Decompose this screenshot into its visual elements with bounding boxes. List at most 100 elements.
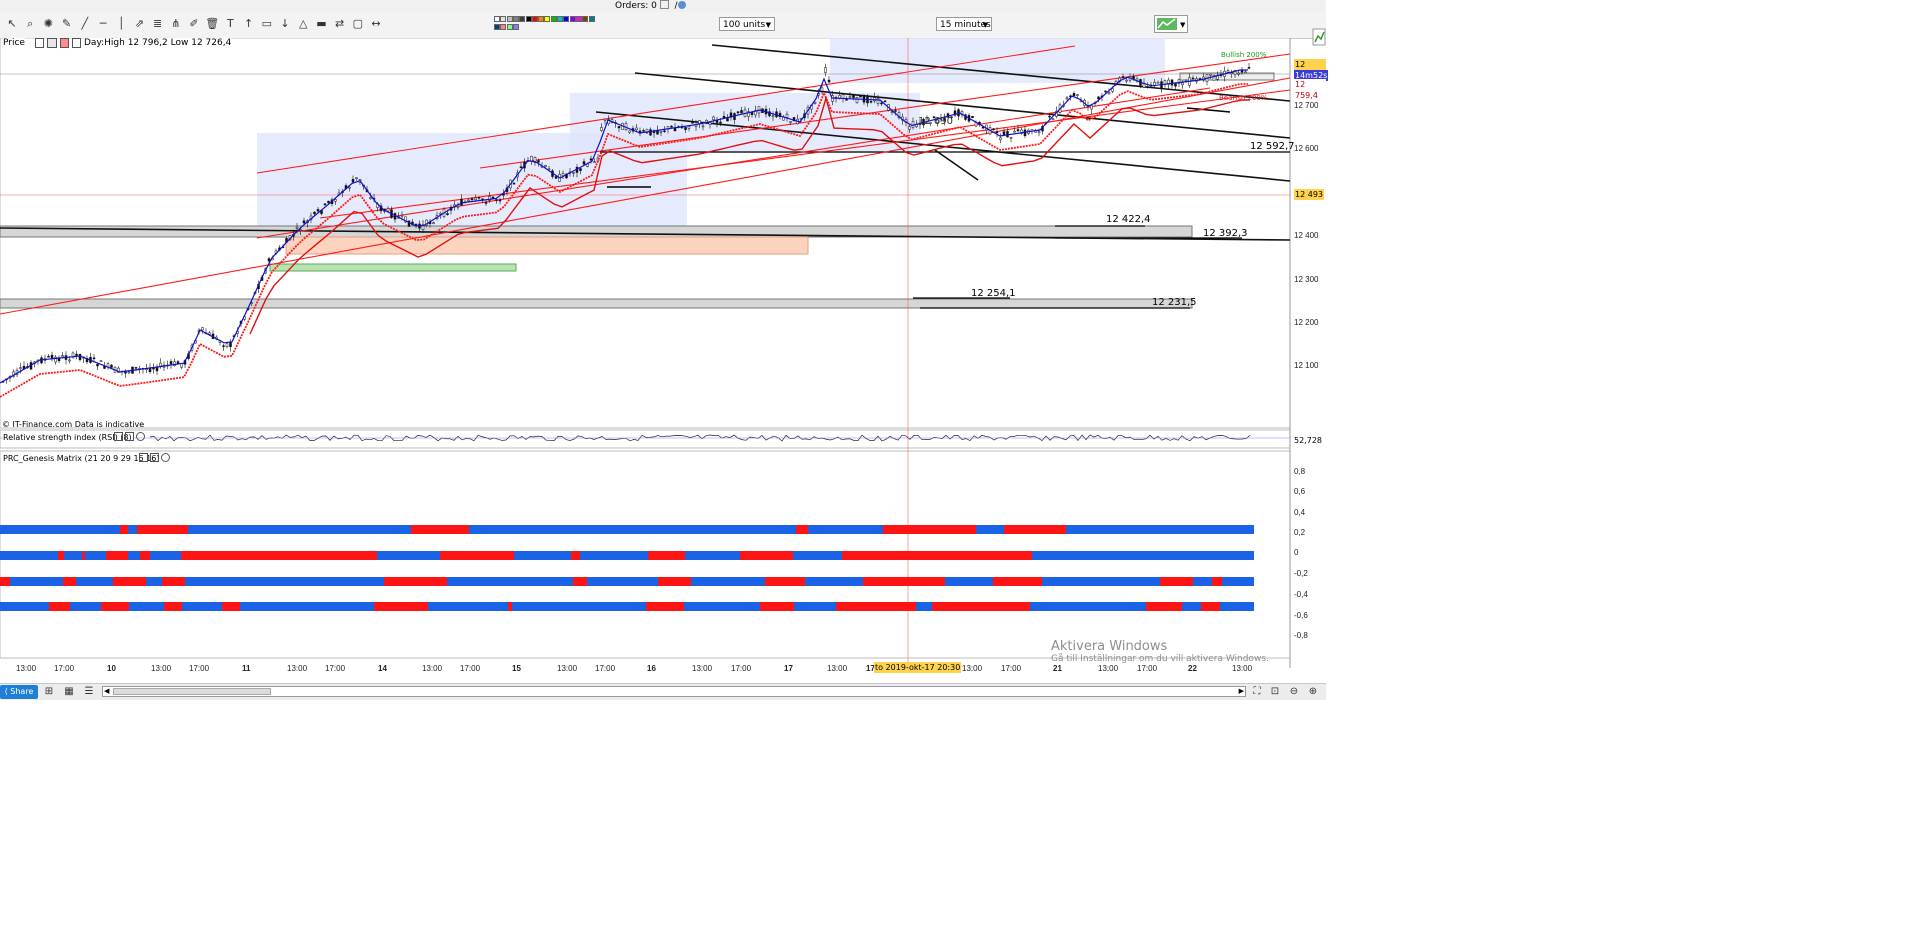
measure-icon[interactable]: ↔ xyxy=(368,16,384,32)
fibonacci-icon[interactable]: ≣ xyxy=(150,16,166,32)
shape-icon[interactable]: ▭ xyxy=(259,16,275,32)
matrix-bear-segment xyxy=(836,602,916,611)
brush-icon[interactable]: ✐ xyxy=(186,16,202,32)
color-swatch[interactable] xyxy=(506,16,513,22)
zoom-icon[interactable]: ⌕ xyxy=(22,16,38,32)
lightbulb-icon[interactable]: ✺ xyxy=(40,16,56,32)
candle xyxy=(201,327,204,331)
candle xyxy=(432,222,435,224)
zoom-fit-icon[interactable]: ⛶ xyxy=(1250,685,1264,699)
line-icon[interactable]: ╱ xyxy=(77,16,93,32)
color-swatch[interactable] xyxy=(582,16,589,22)
matrix-bear-segment xyxy=(571,551,580,560)
candle xyxy=(544,165,547,167)
rsi-settings-icon[interactable] xyxy=(114,432,123,441)
units-select[interactable]: 100 units ▼ xyxy=(719,17,775,31)
orders-info-icon[interactable] xyxy=(678,1,686,9)
color-swatch[interactable] xyxy=(563,16,570,22)
timeframe-select[interactable]: 15 minutes ▼ xyxy=(936,17,992,31)
trash-icon[interactable]: 🗑 xyxy=(204,16,220,32)
color-swatch[interactable] xyxy=(512,16,519,22)
color-swatch[interactable] xyxy=(500,24,507,30)
candle xyxy=(1244,71,1247,74)
matrix-bear-segment xyxy=(120,525,128,534)
color-swatch[interactable] xyxy=(538,16,545,22)
candle xyxy=(446,213,449,215)
candle xyxy=(155,367,159,372)
scroll-right-icon[interactable]: ▶ xyxy=(1239,687,1244,695)
list-icon[interactable]: ☰ xyxy=(82,685,96,699)
color-swatch[interactable] xyxy=(575,16,582,22)
matrix-bull-segment xyxy=(240,602,374,611)
zoom-in-icon[interactable]: ⊕ xyxy=(1306,685,1320,699)
color-swatch[interactable] xyxy=(531,16,538,22)
arrow-down-icon[interactable]: ↓ xyxy=(277,16,293,32)
candle xyxy=(302,220,306,224)
eraser-icon[interactable]: ✎ xyxy=(59,16,75,32)
layout-icon[interactable]: ⊞ xyxy=(42,685,56,699)
add-icon[interactable] xyxy=(71,38,81,48)
text-icon[interactable]: T xyxy=(222,16,238,32)
matrix-bear-segment xyxy=(440,551,511,560)
chart-area[interactable]: 12 700 12 600 12 400 12 300 12 200 12 100 0,8… xyxy=(0,38,1326,683)
cursor-icon[interactable]: ↖ xyxy=(4,16,20,32)
pitchfork-icon[interactable]: ⋔ xyxy=(168,16,184,32)
color-swatch[interactable] xyxy=(569,16,576,22)
candle xyxy=(698,120,701,124)
rectangle-icon[interactable]: ▢ xyxy=(350,16,366,32)
share-button[interactable]: ⟨ Share xyxy=(0,685,38,699)
matrix-bull-segment xyxy=(511,551,571,560)
rsi-close-icon[interactable] xyxy=(136,432,145,441)
price-band-icon[interactable]: ▬ xyxy=(313,16,329,32)
color-swatch[interactable] xyxy=(494,16,500,22)
candle xyxy=(712,116,715,120)
chart-type-button[interactable]: ▼ xyxy=(1154,15,1188,33)
matrix-bull-segment xyxy=(85,551,106,560)
candle xyxy=(386,208,390,212)
candle xyxy=(295,226,299,229)
candle xyxy=(47,355,50,358)
grid-icon[interactable]: ▦ xyxy=(62,685,76,699)
time-scrollbar[interactable]: ◀ ▶ xyxy=(102,686,1246,697)
matrix-bull-segment xyxy=(64,551,82,560)
color-swatch[interactable] xyxy=(544,16,551,22)
scrollbar-thumb[interactable] xyxy=(113,688,271,695)
horizontal-line-icon[interactable]: ─ xyxy=(95,16,111,32)
rsi-window-icon[interactable] xyxy=(125,432,134,441)
matrix-bull-segment xyxy=(146,577,162,586)
color-swatch[interactable] xyxy=(525,16,532,22)
triangle-icon[interactable]: △ xyxy=(295,16,311,32)
matrix-settings-icon[interactable] xyxy=(139,453,148,462)
price-panel-buttons xyxy=(35,38,81,48)
candle xyxy=(1181,82,1184,86)
zoom-reset-icon[interactable]: ⊡ xyxy=(1268,685,1282,699)
candle xyxy=(1156,81,1160,84)
candle xyxy=(687,126,691,129)
indicator-icon[interactable] xyxy=(59,38,69,48)
matrix-close-icon[interactable] xyxy=(161,453,170,462)
scroll-left-icon[interactable]: ◀ xyxy=(104,687,109,695)
color-swatch[interactable] xyxy=(512,24,519,30)
color-swatch[interactable] xyxy=(506,24,513,30)
matrix-bull-segment xyxy=(512,602,646,611)
vertical-line-icon[interactable]: │ xyxy=(113,16,129,32)
color-swatch[interactable] xyxy=(557,16,563,22)
matrix-bull-segment xyxy=(128,525,137,534)
color-swatch[interactable] xyxy=(519,16,526,22)
arrow-up-icon[interactable]: ↑ xyxy=(241,16,257,32)
settings-icon[interactable] xyxy=(35,38,45,48)
channel-icon[interactable]: ⇗ xyxy=(131,16,147,32)
color-swatch[interactable] xyxy=(500,16,507,22)
rsi-panel[interactable] xyxy=(0,429,1291,449)
color-swatch[interactable] xyxy=(550,16,557,22)
zoom-out-icon[interactable]: ⊖ xyxy=(1287,685,1301,699)
window-icon[interactable] xyxy=(47,38,57,48)
candle xyxy=(50,354,54,359)
ruler-icon[interactable]: ⇄ xyxy=(332,16,348,32)
level-label-12690: 12 690 xyxy=(918,116,953,127)
candle xyxy=(267,258,271,262)
color-swatch[interactable] xyxy=(494,24,500,30)
color-swatch[interactable] xyxy=(588,16,595,22)
candle xyxy=(1107,91,1111,95)
matrix-window-icon[interactable] xyxy=(150,453,159,462)
